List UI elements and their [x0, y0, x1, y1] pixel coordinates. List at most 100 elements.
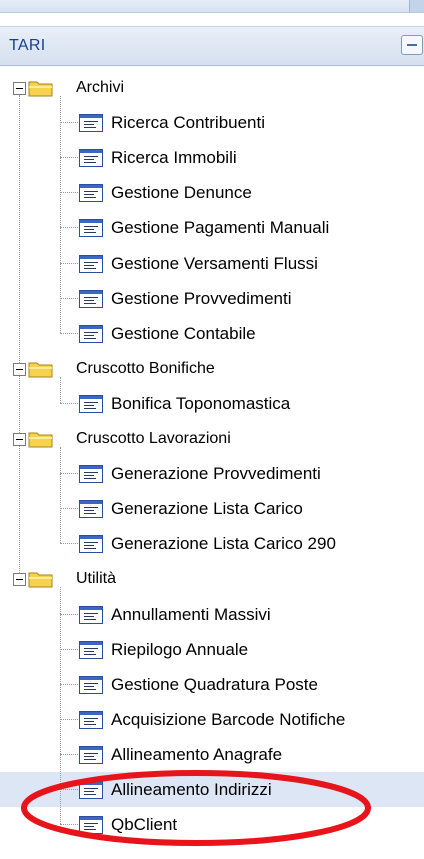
document-icon: [79, 640, 103, 659]
document-icon: [79, 254, 103, 273]
tree-branch-line: [60, 376, 61, 403]
folder-open-icon: [28, 79, 54, 97]
tree-root-line: [19, 95, 20, 363]
tree-item-label: Gestione Quadratura Poste: [111, 674, 318, 694]
folder-label: Utilità: [76, 570, 117, 588]
tree-connector: [60, 613, 78, 615]
tree-connector: [60, 824, 78, 826]
tree-connector: [60, 297, 78, 299]
panel-header: TARI: [0, 26, 424, 66]
tree-connector: [60, 122, 78, 124]
document-icon: [79, 710, 103, 729]
tree-connector: [60, 543, 78, 545]
tree-item-generazione-lista-carico-290[interactable]: Generazione Lista Carico 290: [0, 526, 424, 561]
folder-label: Archivi: [76, 79, 125, 96]
tree-branch-line: [60, 96, 61, 333]
tree-root-line: [19, 375, 20, 433]
tree-item-label: Allineamento Anagrafe: [111, 744, 283, 764]
document-icon: [79, 289, 103, 308]
tree-item-gestione-contabile[interactable]: Gestione Contabile: [0, 316, 424, 351]
tree-connector: [60, 262, 78, 264]
document-icon: [79, 675, 103, 694]
document-icon: [79, 605, 103, 624]
tree-item-label: Gestione Provvedimenti: [111, 288, 292, 308]
tree-item-allineamento-anagrafe[interactable]: Allineamento Anagrafe: [0, 737, 424, 772]
tree-connector: [60, 332, 78, 334]
tree-item-gestione-provvedimenti[interactable]: Gestione Provvedimenti: [0, 281, 424, 316]
folder-label: Cruscotto Bonifiche: [76, 359, 215, 377]
tree-item-acquisizione-barcode-notifiche[interactable]: Acquisizione Barcode Notifiche: [0, 702, 424, 737]
tree-connector: [60, 789, 78, 790]
collapse-toggle-icon[interactable]: [13, 82, 26, 95]
tree-folder-cruscotto-lavorazioni[interactable]: Cruscotto Lavorazioni: [0, 421, 424, 456]
document-icon: [79, 535, 103, 554]
top-strip-edge: [409, 0, 424, 12]
folder-label: Cruscotto Lavorazioni: [76, 430, 231, 447]
document-icon: [79, 465, 103, 484]
tree-item-label: Acquisizione Barcode Notifiche: [111, 709, 346, 729]
tree-item-ricerca-contribuenti[interactable]: Ricerca Contribuenti: [0, 105, 424, 140]
tree-branch-line: [60, 447, 61, 544]
tree-folder-cruscotto-bonifiche[interactable]: Cruscotto Bonifiche: [0, 351, 424, 386]
tree-connector: [60, 683, 78, 685]
document-icon: [79, 184, 103, 203]
tree-item-gestione-pagamenti-manuali[interactable]: Gestione Pagamenti Manuali: [0, 210, 424, 245]
document-icon: [79, 149, 103, 168]
tree-item-label: Ricerca Contribuenti: [111, 113, 266, 133]
tree-item-annullamenti-massivi[interactable]: Annullamenti Massivi: [0, 597, 424, 632]
document-icon: [79, 324, 103, 343]
tree-item-label: Generazione Lista Carico 290: [111, 534, 336, 554]
tree-item-generazione-provvedimenti[interactable]: Generazione Provvedimenti: [0, 456, 424, 491]
document-icon: [79, 500, 103, 519]
tree-item-riepilogo-annuale[interactable]: Riepilogo Annuale: [0, 632, 424, 667]
tree-connector: [60, 753, 78, 755]
document-icon: [79, 394, 103, 413]
tree-item-ricerca-immobili[interactable]: Ricerca Immobili: [0, 140, 424, 175]
tree-connector: [60, 402, 78, 404]
folder-open-icon: [28, 570, 54, 588]
tree-connector: [60, 473, 78, 475]
tree-folder-archivi[interactable]: Archivi: [0, 70, 424, 105]
panel-title: TARI: [9, 37, 46, 54]
minus-icon: [407, 44, 417, 46]
document-icon: [79, 745, 103, 764]
collapse-button[interactable]: [401, 35, 423, 55]
tree-item-label: Gestione Denunce: [111, 183, 252, 203]
tree-connector: [60, 157, 78, 159]
top-strip: [0, 0, 424, 13]
tree-branch-line: [60, 587, 61, 825]
tree-item-label: Gestione Pagamenti Manuali: [111, 218, 330, 238]
tree-connector: [60, 508, 78, 510]
tree-root-line: [19, 446, 20, 574]
tree-connector: [60, 718, 78, 720]
tree-item-bonifica-toponomastica[interactable]: Bonifica Toponomastica: [0, 386, 424, 421]
tree-item-qbclient[interactable]: QbClient: [0, 807, 424, 842]
tree-connector: [60, 227, 78, 229]
tree-item-label: Generazione Provvedimenti: [111, 464, 321, 484]
tree-connector: [60, 648, 78, 650]
tree-item-allineamento-indirizzi[interactable]: Allineamento Indirizzi: [0, 772, 424, 807]
document-icon: [79, 114, 103, 133]
tree-item-label: Allineamento Indirizzi: [111, 780, 272, 799]
document-icon: [79, 219, 103, 238]
tree-item-label: Annullamenti Massivi: [111, 604, 271, 624]
tree-item-label: QbClient: [111, 815, 178, 835]
tree-item-label: Gestione Contabile: [111, 323, 256, 343]
tree-item-generazione-lista-carico[interactable]: Generazione Lista Carico: [0, 491, 424, 526]
tree-item-label: Riepilogo Annuale: [111, 639, 249, 659]
tree-item-label: Bonifica Toponomastica: [111, 393, 291, 413]
tree-item-gestione-denunce[interactable]: Gestione Denunce: [0, 175, 424, 210]
collapse-toggle-icon[interactable]: [13, 433, 26, 446]
collapse-toggle-icon[interactable]: [13, 573, 26, 587]
tree-item-label: Generazione Lista Carico: [111, 499, 303, 519]
document-icon: [79, 781, 103, 799]
tree-item-label: Gestione Versamenti Flussi: [111, 253, 318, 273]
folder-open-icon: [28, 360, 54, 378]
collapse-toggle-icon[interactable]: [13, 362, 26, 376]
tree-item-gestione-versamenti-flussi[interactable]: Gestione Versamenti Flussi: [0, 246, 424, 281]
tree-item-label: Ricerca Immobili: [111, 148, 237, 168]
tree-connector: [60, 192, 78, 194]
tree-item-gestione-quadratura-poste[interactable]: Gestione Quadratura Poste: [0, 667, 424, 702]
tree-folder-utilit[interactable]: Utilità: [0, 561, 424, 596]
folder-open-icon: [28, 430, 54, 448]
